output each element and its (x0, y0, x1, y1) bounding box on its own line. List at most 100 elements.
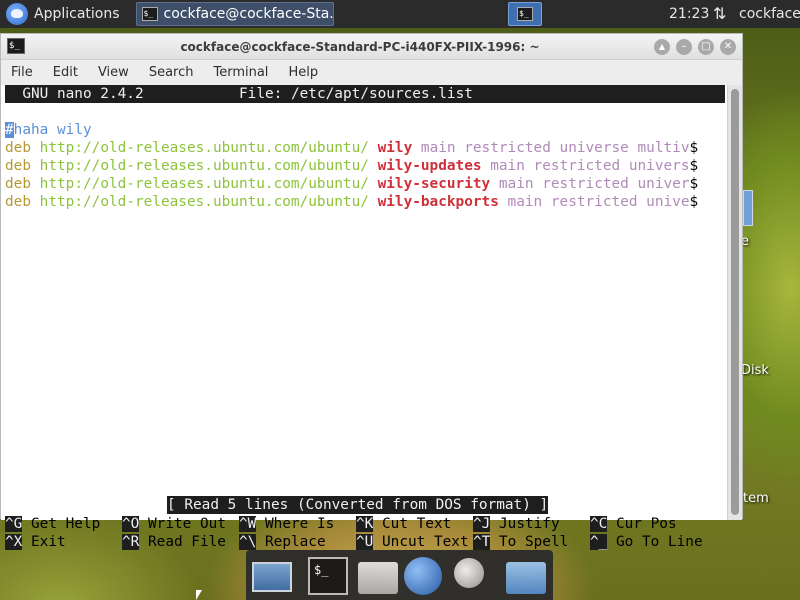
web-browser-icon[interactable] (404, 557, 442, 595)
top-panel: Applications $_ cockface@cockface-Sta...… (0, 0, 800, 28)
nano-shortcut-bar: ^G Get Help ^O Write Out ^W Where Is ^K … (5, 515, 725, 551)
dock: $_ (246, 550, 553, 600)
menu-bar: File Edit View Search Terminal Help (1, 61, 742, 85)
close-icon: ✕ (723, 41, 733, 52)
comment-text: haha wily (13, 122, 92, 138)
menu-terminal[interactable]: Terminal (203, 61, 278, 85)
shortcut-cut-text: ^K Cut Text (356, 515, 451, 533)
shortcut-key: ^X (5, 534, 23, 550)
truncation-marker: $ (689, 176, 699, 192)
shortcut-label: Exit (22, 534, 66, 550)
home-folder-icon[interactable] (358, 562, 398, 594)
editor-line[interactable]: deb http://old-releases.ubuntu.com/ubunt… (5, 175, 698, 193)
terminal-launcher-icon[interactable]: $_ (308, 557, 348, 595)
minimize-icon: – (681, 41, 687, 52)
shortcut-write-out: ^O Write Out (122, 515, 226, 533)
truncation-marker: $ (689, 194, 699, 210)
mouse-pointer-icon (196, 590, 202, 600)
shortcut-label: Get Help (22, 516, 101, 532)
window-minimize-button[interactable]: – (676, 39, 692, 55)
shortcut-key: ^O (122, 516, 140, 532)
text-cursor: # (5, 122, 14, 138)
terminal-icon: $_ (517, 7, 533, 21)
show-desktop-icon[interactable] (252, 562, 292, 592)
shortcut-key: ^U (356, 534, 374, 550)
editor-line[interactable]: deb http://old-releases.ubuntu.com/ubunt… (5, 139, 698, 157)
window-shade-button[interactable]: ▲ (654, 39, 670, 55)
editor-line-comment[interactable]: #haha wily (5, 121, 92, 139)
search-icon[interactable] (454, 558, 484, 588)
window-titlebar[interactable]: $_ cockface@cockface-Standard-PC-i440FX-… (1, 34, 742, 60)
folder-icon[interactable] (506, 562, 546, 594)
menu-view[interactable]: View (88, 61, 139, 85)
terminal-content[interactable]: GNU nano 2.4.2 File: /etc/apt/sources.lis… (1, 85, 727, 550)
repo-url: http://old-releases.ubuntu.com/ubuntu/ (39, 176, 369, 192)
shortcut-label: Cur Pos (607, 516, 677, 532)
desktop-label-system: tem (743, 491, 769, 506)
shortcut-label: Go To Line (607, 534, 703, 550)
desktop-icon-fragment[interactable] (743, 190, 753, 226)
chevron-up-icon: ▲ (658, 42, 666, 51)
nano-version: GNU nano 2.4.2 (5, 86, 144, 102)
repo-url: http://old-releases.ubuntu.com/ubuntu/ (39, 194, 369, 210)
shortcut-label: Uncut Text (373, 534, 469, 550)
terminal-icon: $_ (141, 7, 158, 21)
desktop-label-disk: Disk (741, 363, 769, 378)
menu-help[interactable]: Help (278, 61, 328, 85)
shortcut-label: Where Is (256, 516, 335, 532)
taskbar-terminal-label: cockface@cockface-Sta... (163, 6, 334, 22)
shortcut-cur-pos: ^C Cur Pos (590, 515, 677, 533)
applications-menu-button[interactable]: Applications (0, 0, 126, 28)
window-close-button[interactable]: ✕ (720, 39, 736, 55)
repo-suite: wily-updates (377, 158, 482, 174)
repo-components: main restricted univer (498, 176, 690, 192)
shortcut-label: To Spell (490, 534, 569, 550)
deb-keyword: deb (5, 194, 31, 210)
editor-line[interactable]: deb http://old-releases.ubuntu.com/ubunt… (5, 193, 698, 211)
taskbar-terminal-button[interactable]: $_ cockface@cockface-Sta... (135, 2, 334, 26)
network-arrows-icon[interactable]: ⇅ (713, 5, 733, 23)
maximize-icon: □ (701, 41, 711, 52)
applications-label: Applications (34, 6, 120, 22)
shortcut-key: ^\ (239, 534, 257, 550)
nano-status-message: [ Read 5 lines (Converted from DOS forma… (167, 496, 549, 514)
truncation-marker: $ (689, 140, 699, 156)
xfce-logo-icon (6, 3, 28, 25)
window-maximize-button[interactable]: □ (698, 39, 714, 55)
user-menu[interactable]: cockface (739, 0, 800, 28)
shortcut-label: Write Out (139, 516, 226, 532)
shortcut-exit: ^X Exit (5, 533, 66, 551)
shortcut-key: ^R (122, 534, 140, 550)
shortcut-key: ^J (473, 516, 491, 532)
nano-header-bar: GNU nano 2.4.2 File: /etc/apt/sources.lis… (5, 85, 725, 103)
shortcut-read-file: ^R Read File (122, 533, 226, 551)
shortcut-label: Replace (256, 534, 326, 550)
shortcut-key: ^K (356, 516, 374, 532)
menu-file[interactable]: File (1, 61, 43, 85)
workspace-switcher-button[interactable]: $_ (508, 2, 542, 26)
menu-edit[interactable]: Edit (43, 61, 88, 85)
shortcut-key: ^W (239, 516, 257, 532)
terminal-window: $_ cockface@cockface-Standard-PC-i440FX-… (0, 33, 743, 550)
shortcut-key: ^C (590, 516, 608, 532)
repo-components: main restricted univers (490, 158, 690, 174)
editor-line[interactable]: deb http://old-releases.ubuntu.com/ubunt… (5, 157, 698, 175)
shortcut-label: Cut Text (373, 516, 452, 532)
repo-components: main restricted unive (507, 194, 690, 210)
repo-url: http://old-releases.ubuntu.com/ubuntu/ (39, 158, 369, 174)
menu-search[interactable]: Search (139, 61, 204, 85)
terminal-scrollbar[interactable] (727, 85, 742, 520)
shortcut-label: Read File (139, 534, 226, 550)
shortcut-replace: ^\ Replace (239, 533, 326, 551)
clock[interactable]: 21:23 (669, 0, 709, 28)
shortcut-where-is: ^W Where Is (239, 515, 334, 533)
deb-keyword: deb (5, 140, 31, 156)
truncation-marker: $ (689, 158, 699, 174)
repo-url: http://old-releases.ubuntu.com/ubuntu/ (39, 140, 369, 156)
repo-suite: wily-backports (377, 194, 499, 210)
shortcut-key: ^T (473, 534, 491, 550)
scrollbar-thumb[interactable] (731, 89, 739, 515)
repo-components: main restricted universe multiv (420, 140, 690, 156)
shortcut-uncut-text: ^U Uncut Text (356, 533, 469, 551)
repo-suite: wily-security (377, 176, 491, 192)
